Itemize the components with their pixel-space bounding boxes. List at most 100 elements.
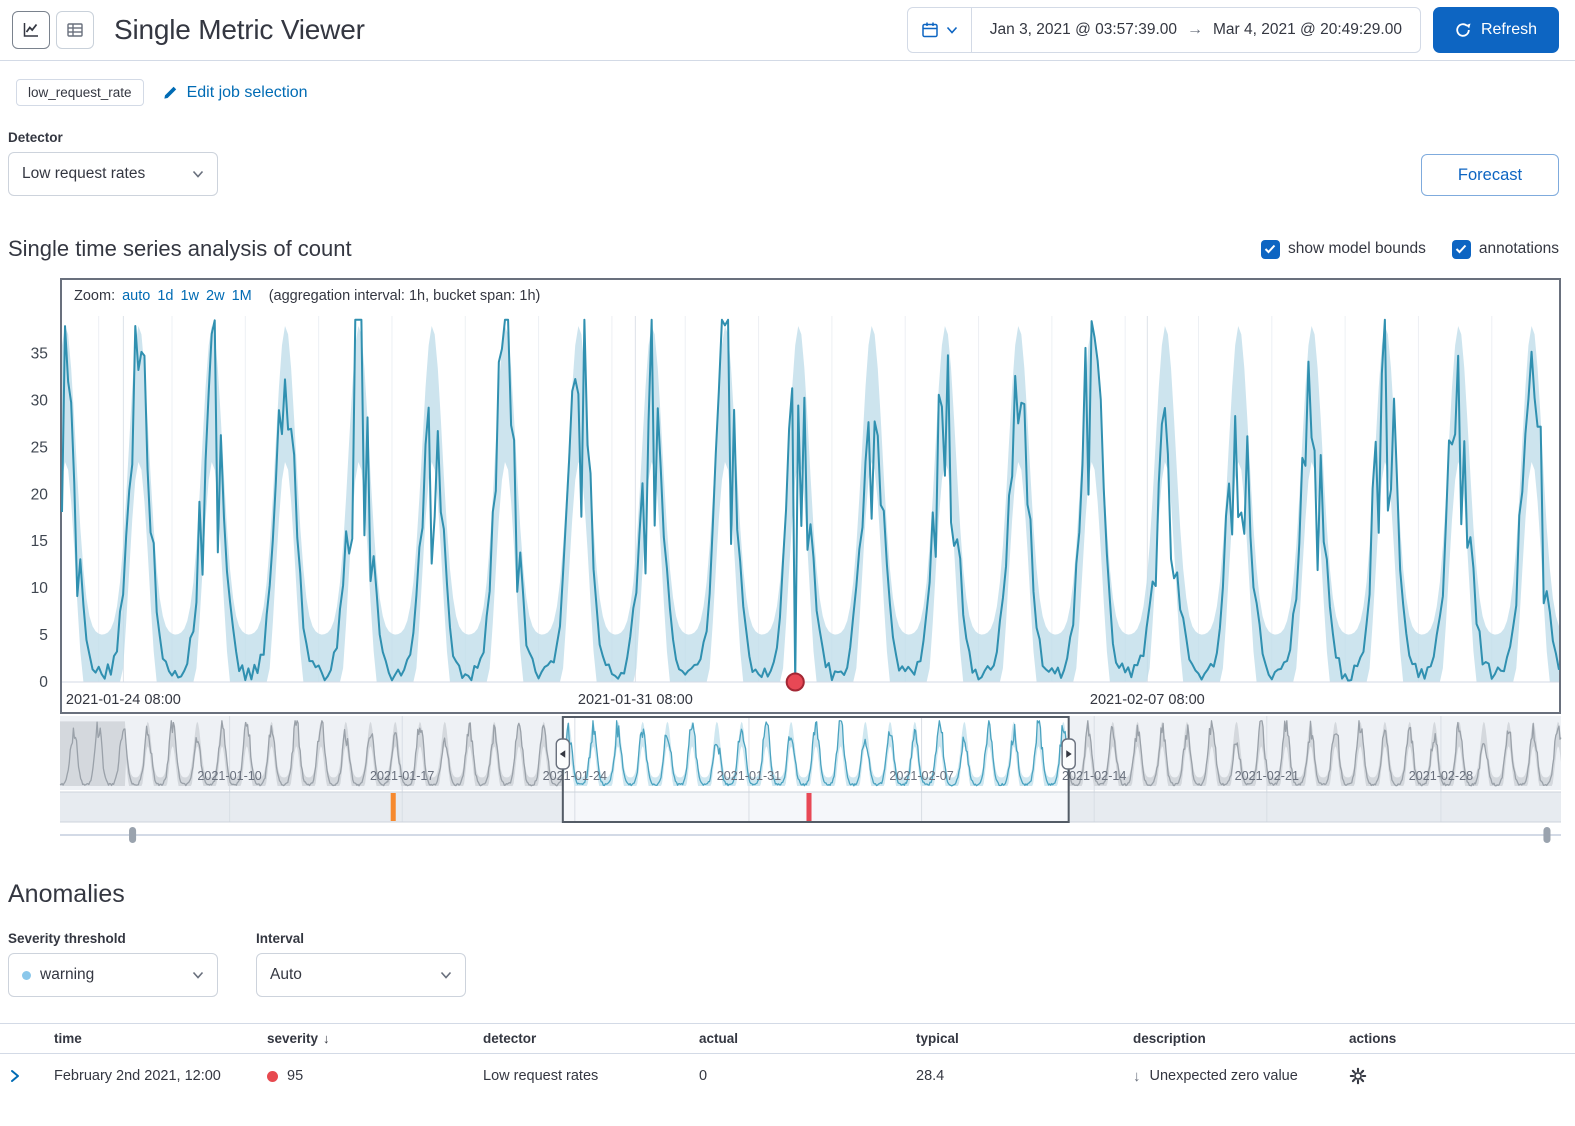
time-series-chart-section: Zoom: auto 1d 1w 2w 1M (aggregation inte…	[8, 278, 1561, 844]
pencil-icon	[162, 85, 178, 101]
cell-detector: Low request rates	[473, 1068, 689, 1084]
column-header-actual[interactable]: actual	[689, 1031, 906, 1046]
y-axis-label: 0	[39, 674, 48, 691]
forecast-button[interactable]: Forecast	[1421, 154, 1559, 196]
interval-select[interactable]: Auto	[256, 953, 466, 997]
interval-value: Auto	[270, 966, 302, 984]
detector-value: Low request rates	[22, 165, 145, 183]
context-axis-label: 2021-02-14	[1062, 769, 1126, 783]
chevron-right-icon	[10, 1069, 20, 1083]
context-axis-label: 2021-02-28	[1409, 769, 1473, 783]
zoom-1w-link[interactable]: 1w	[180, 288, 199, 304]
column-header-severity[interactable]: severity ↓	[257, 1031, 473, 1046]
job-selection-row: low_request_rate Edit job selection	[16, 79, 1559, 106]
anomalies-controls: Severity threshold warning Interval Auto	[8, 931, 1575, 997]
table-icon	[66, 21, 84, 39]
severity-threshold-select[interactable]: warning	[8, 953, 218, 997]
context-axis-label: 2021-01-17	[370, 769, 434, 783]
x-axis-label: 2021-01-24 08:00	[66, 692, 181, 708]
chart-options: show model bounds annotations	[1261, 240, 1559, 259]
scrollbar-handle-left[interactable]	[129, 827, 136, 843]
refresh-label: Refresh	[1481, 21, 1537, 39]
date-picker: Jan 3, 2021 @ 03:57:39.00 → Mar 4, 2021 …	[907, 7, 1421, 53]
brush-handle-left[interactable]	[556, 739, 569, 769]
detector-label: Detector	[8, 130, 218, 145]
edit-job-selection-label: Edit job selection	[187, 84, 308, 102]
severity-threshold-value: warning	[40, 966, 94, 984]
refresh-button[interactable]: Refresh	[1433, 7, 1559, 53]
zoom-1M-link[interactable]: 1M	[232, 288, 252, 304]
header-actions: Jan 3, 2021 @ 03:57:39.00 → Mar 4, 2021 …	[907, 7, 1559, 53]
chevron-down-icon	[192, 971, 204, 979]
chevron-down-icon	[946, 26, 958, 34]
warning-severity-dot	[22, 971, 31, 980]
show-model-bounds-label: show model bounds	[1288, 240, 1426, 258]
start-date-button[interactable]: Jan 3, 2021 @ 03:57:39.00	[990, 21, 1177, 39]
checkbox-checked-icon	[1452, 240, 1471, 259]
swimlane-anomaly-marker[interactable]	[806, 793, 811, 821]
y-axis-label: 20	[31, 486, 49, 503]
show-model-bounds-checkbox[interactable]: show model bounds	[1261, 240, 1426, 259]
chevron-down-icon	[192, 170, 204, 178]
column-header-typical[interactable]: typical	[906, 1031, 1123, 1046]
column-header-description[interactable]: description	[1123, 1031, 1339, 1046]
context-axis-label: 2021-01-10	[197, 769, 261, 783]
calendar-icon	[921, 21, 939, 39]
column-header-time[interactable]: time	[44, 1031, 257, 1046]
job-badge: low_request_rate	[16, 79, 144, 106]
date-range-arrow-icon: →	[1187, 21, 1203, 39]
date-picker-toggle[interactable]	[908, 8, 972, 52]
y-axis-label: 5	[39, 627, 48, 644]
anomalies-table: time severity ↓ detector actual typical …	[0, 1023, 1575, 1098]
y-axis-label: 15	[31, 533, 48, 550]
context-axis-label: 2021-02-21	[1235, 769, 1299, 783]
cell-severity: 95	[257, 1068, 473, 1084]
model-bounds-band	[62, 326, 1559, 682]
expand-row-button[interactable]	[10, 1069, 20, 1083]
x-axis-label: 2021-01-31 08:00	[578, 692, 693, 708]
top-bar: Single Metric Viewer Jan 3, 2021 @ 03:57…	[0, 0, 1575, 61]
anomalies-table-header: time severity ↓ detector actual typical …	[0, 1023, 1575, 1054]
y-axis-label: 30	[31, 392, 49, 409]
series-title: Single time series analysis of count	[8, 236, 352, 262]
column-header-actions: actions	[1339, 1031, 1575, 1046]
gear-icon	[1349, 1067, 1367, 1085]
table-view-button[interactable]	[56, 11, 94, 49]
y-axis-label: 25	[31, 439, 48, 456]
cell-typical: 28.4	[906, 1068, 1123, 1084]
detector-select[interactable]: Low request rates	[8, 152, 218, 196]
context-axis-label: 2021-01-24	[543, 769, 607, 783]
swimlane-anomaly-marker[interactable]	[391, 793, 396, 821]
view-toggle	[12, 11, 94, 49]
anomalies-title: Anomalies	[8, 880, 1575, 909]
cell-description: ↓ Unexpected zero value	[1123, 1068, 1339, 1085]
annotations-checkbox[interactable]: annotations	[1452, 240, 1559, 259]
zoom-bar: Zoom: auto 1d 1w 2w 1M (aggregation inte…	[62, 280, 1559, 306]
line-chart-icon	[22, 21, 40, 39]
date-range: Jan 3, 2021 @ 03:57:39.00 → Mar 4, 2021 …	[972, 8, 1420, 52]
context-axis-label: 2021-01-31	[717, 769, 781, 783]
row-actions-button[interactable]	[1349, 1067, 1367, 1085]
context-navigator-chart[interactable]: 2021-01-10 2021-01-17 2021-01-24 2021-01-31…	[60, 716, 1561, 844]
zoom-auto-link[interactable]: auto	[122, 288, 150, 304]
anomaly-table-row: February 2nd 2021, 12:00 95 Low request …	[0, 1054, 1575, 1098]
context-axis-label: 2021-02-07	[889, 769, 953, 783]
column-header-detector[interactable]: detector	[473, 1031, 689, 1046]
zoom-2w-link[interactable]: 2w	[206, 288, 225, 304]
annotations-label: annotations	[1479, 240, 1559, 258]
chevron-down-icon	[440, 971, 452, 979]
critical-severity-dot	[267, 1071, 278, 1082]
checkbox-checked-icon	[1261, 240, 1280, 259]
edit-job-selection-link[interactable]: Edit job selection	[162, 84, 308, 102]
main-time-series-chart[interactable]: 051015202530352021-01-24 08:002021-01-31…	[62, 306, 1559, 712]
brush-handle-right[interactable]	[1062, 739, 1075, 769]
chart-view-button[interactable]	[12, 11, 50, 49]
series-header: Single time series analysis of count sho…	[8, 236, 1559, 262]
cell-actual: 0	[689, 1068, 906, 1084]
end-date-button[interactable]: Mar 4, 2021 @ 20:49:29.00	[1213, 21, 1402, 39]
zoom-1d-link[interactable]: 1d	[157, 288, 173, 304]
zoom-label: Zoom:	[74, 288, 115, 304]
anomaly-marker-critical[interactable]	[787, 674, 804, 691]
sort-desc-icon: ↓	[323, 1031, 330, 1046]
scrollbar-handle-right[interactable]	[1543, 827, 1550, 843]
